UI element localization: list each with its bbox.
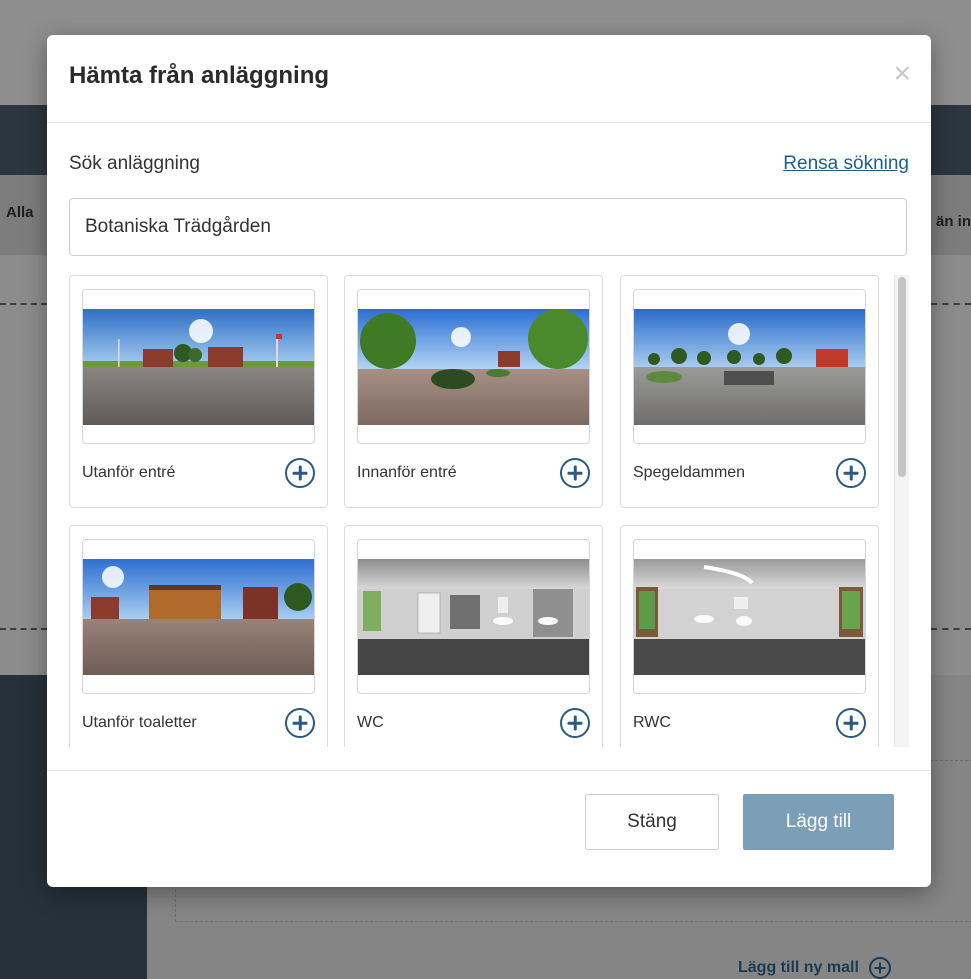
facility-card[interactable]: Spegeldammen — [620, 275, 879, 508]
close-button[interactable]: Stäng — [585, 794, 719, 850]
add-plus-icon[interactable] — [285, 458, 315, 488]
panorama-thumbnail — [633, 289, 866, 444]
facility-card-label: WC — [357, 714, 384, 731]
clear-search-link[interactable]: Rensa sökning — [783, 153, 909, 175]
background-add-template-label: Lägg till ny mall — [738, 959, 859, 976]
modal-footer: Stäng Lägg till — [47, 770, 931, 888]
facility-card[interactable]: WC — [344, 525, 603, 747]
panorama-thumbnail — [357, 539, 590, 694]
panorama-thumbnail — [633, 539, 866, 694]
fetch-from-facility-modal: Hämta från anläggning × Sök anläggning R… — [47, 35, 931, 887]
background-dashed-line — [931, 628, 971, 630]
panorama-thumbnail — [357, 289, 590, 444]
panorama-thumbnail — [82, 289, 315, 444]
facility-card-label: Spegeldammen — [633, 464, 746, 481]
background-dashed-line — [0, 303, 47, 305]
background-dashed-line — [0, 628, 47, 630]
search-input[interactable] — [69, 198, 907, 256]
background-dashed-line — [931, 303, 971, 305]
add-plus-icon[interactable] — [560, 458, 590, 488]
facility-card[interactable]: Utanför toaletter — [69, 525, 328, 747]
add-plus-icon[interactable] — [836, 458, 866, 488]
close-icon[interactable]: × — [893, 59, 911, 89]
facility-card[interactable]: RWC — [620, 525, 879, 747]
search-label: Sök anläggning — [69, 153, 200, 174]
grid-scrollbar[interactable] — [894, 275, 909, 747]
background-add-template-link: Lägg till ny mall — [738, 957, 891, 979]
facility-card-label: Utanför entré — [82, 464, 176, 481]
facility-card-label: Utanför toaletter — [82, 714, 197, 731]
facility-grid: Utanför entré Innanför entré Spegeldamme… — [69, 275, 889, 747]
scrollbar-thumb[interactable] — [898, 277, 906, 477]
facility-card-label: Innanför entré — [357, 464, 457, 481]
facility-card[interactable]: Utanför entré — [69, 275, 328, 508]
add-button[interactable]: Lägg till — [743, 794, 894, 850]
add-plus-icon[interactable] — [285, 708, 315, 738]
background-filter-all: Alla — [6, 204, 34, 221]
background-filter-right-text: än in — [935, 213, 971, 230]
modal-title: Hämta från anläggning — [69, 62, 330, 89]
facility-card-label: RWC — [633, 714, 671, 731]
add-plus-icon[interactable] — [836, 708, 866, 738]
add-plus-icon[interactable] — [560, 708, 590, 738]
panorama-thumbnail — [82, 539, 315, 694]
plus-circle-icon — [868, 957, 891, 979]
modal-header: Hämta från anläggning × — [47, 35, 931, 123]
facility-card[interactable]: Innanför entré — [344, 275, 603, 508]
